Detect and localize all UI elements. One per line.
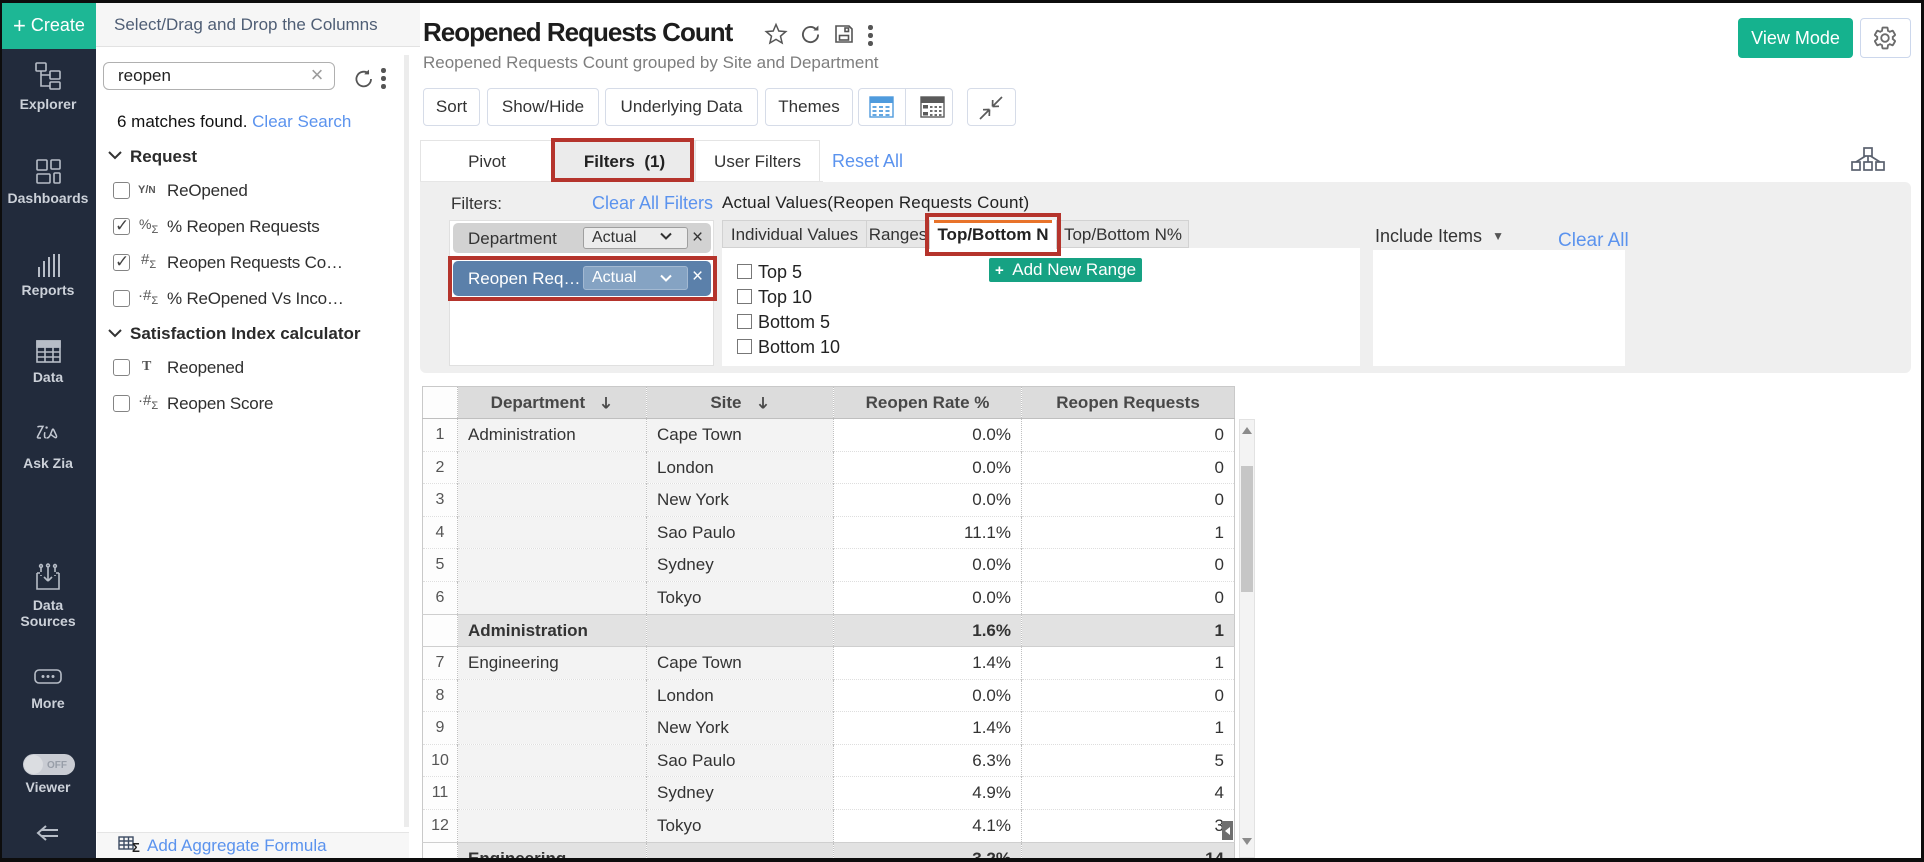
svg-text:Σ: Σ [132,840,140,854]
